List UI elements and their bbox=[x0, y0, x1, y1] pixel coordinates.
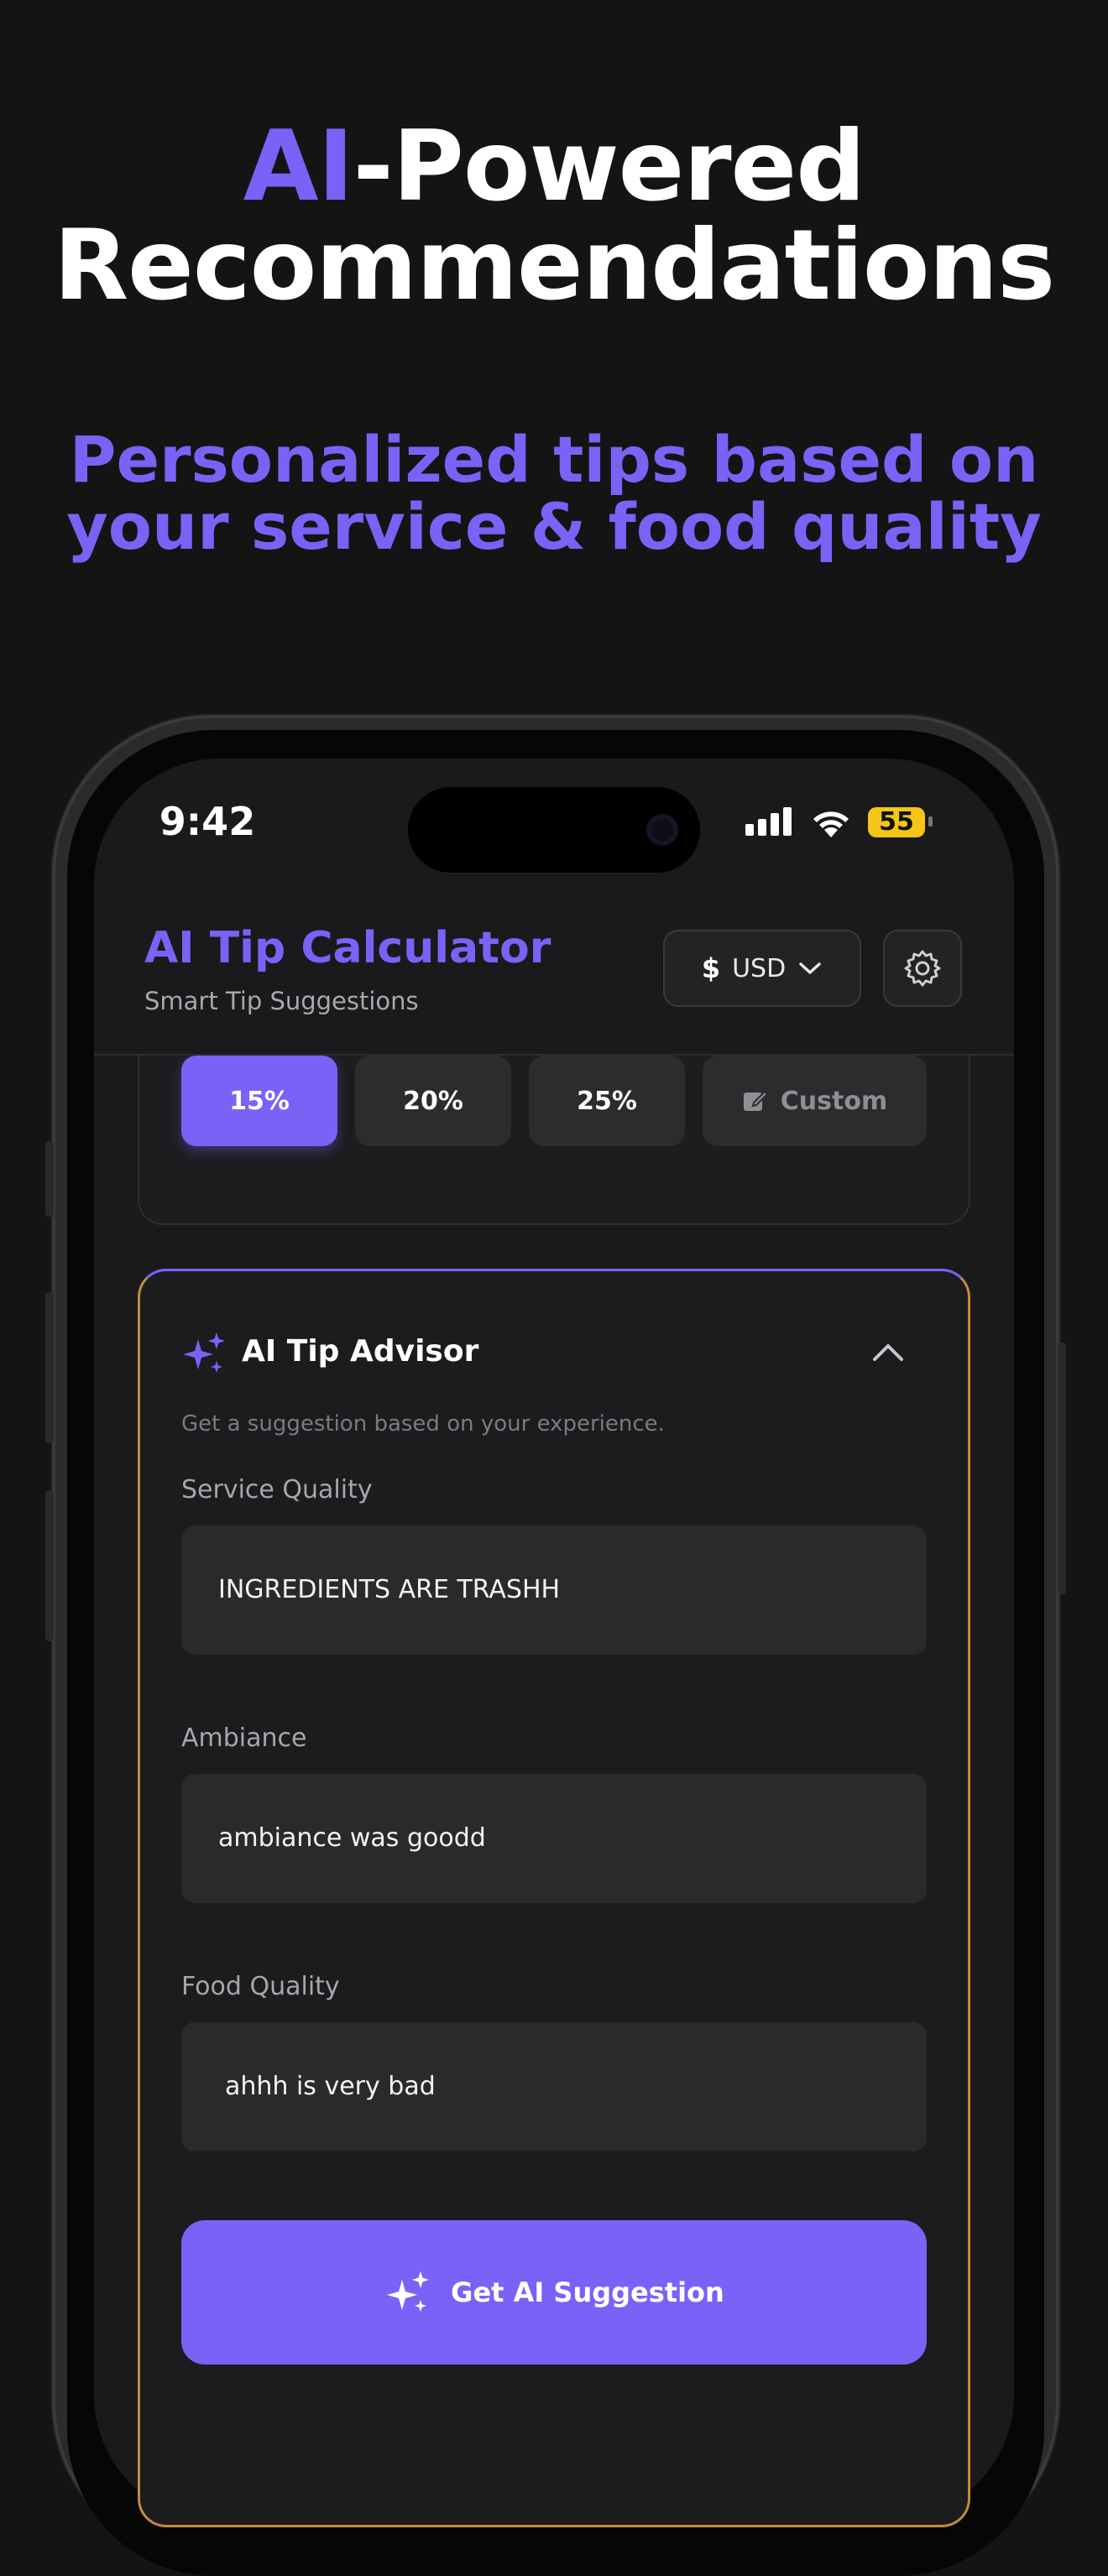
currency-symbol: $ bbox=[701, 952, 721, 984]
gear-icon bbox=[904, 950, 941, 987]
hero-subtitle-line1: Personalized tips based on bbox=[69, 422, 1039, 497]
chevron-down-icon bbox=[799, 962, 821, 974]
hero-subtitle-line2: your service & food quality bbox=[66, 489, 1042, 564]
ai-advisor-title: AI Tip Advisor bbox=[242, 1334, 479, 1369]
camera-icon bbox=[646, 814, 678, 846]
tip-option-20[interactable]: 20% bbox=[355, 1056, 511, 1146]
hero-subtitle: Personalized tips based on your service … bbox=[0, 426, 1108, 561]
battery-nub bbox=[928, 816, 933, 827]
hero-title: AI-Powered Recommendations bbox=[0, 117, 1108, 315]
app-title: AI Tip Calculator bbox=[144, 923, 551, 973]
ai-advisor-description: Get a suggestion based on your experienc… bbox=[181, 1411, 665, 1437]
tip-option-25[interactable]: 25% bbox=[529, 1056, 685, 1146]
tip-option-label: 20% bbox=[403, 1086, 463, 1116]
cellular-signal-icon bbox=[745, 806, 796, 839]
sparkles-icon bbox=[183, 1332, 225, 1373]
phone-volume-down bbox=[45, 1490, 54, 1641]
currency-selector[interactable]: $ USD bbox=[663, 930, 861, 1007]
phone-volume-up bbox=[45, 1292, 54, 1443]
wifi-icon bbox=[813, 811, 849, 837]
get-ai-suggestion-label: Get AI Suggestion bbox=[451, 2276, 724, 2308]
tip-option-label: 15% bbox=[229, 1086, 290, 1116]
chevron-up-icon[interactable] bbox=[870, 1339, 907, 1364]
ambiance-input[interactable]: ambiance was goodd bbox=[181, 1774, 927, 1903]
tip-option-15[interactable]: 15% bbox=[181, 1056, 337, 1146]
service-quality-label: Service Quality bbox=[181, 1475, 373, 1504]
sparkles-icon bbox=[387, 2271, 430, 2312]
ambiance-label: Ambiance bbox=[181, 1723, 307, 1753]
currency-label: USD bbox=[732, 953, 787, 983]
get-ai-suggestion-button[interactable]: Get AI Suggestion bbox=[181, 2220, 927, 2365]
dynamic-island bbox=[408, 787, 700, 873]
settings-button[interactable] bbox=[883, 930, 962, 1007]
phone-side-button bbox=[45, 1141, 54, 1217]
app-subtitle: Smart Tip Suggestions bbox=[144, 987, 419, 1015]
tip-option-label: Custom bbox=[780, 1086, 888, 1116]
hero-title-rest: -Powered bbox=[353, 110, 866, 223]
service-quality-input[interactable]: INGREDIENTS ARE TRASHH bbox=[181, 1525, 927, 1655]
food-quality-label: Food Quality bbox=[181, 1972, 340, 2001]
tip-option-custom[interactable]: Custom bbox=[703, 1056, 927, 1146]
hero-title-accent: AI bbox=[243, 110, 354, 223]
hero-title-line2: Recommendations bbox=[53, 209, 1055, 322]
battery-icon: 55 bbox=[868, 807, 925, 837]
tip-option-label: 25% bbox=[577, 1086, 637, 1116]
food-quality-input[interactable]: ahhh is very bad bbox=[181, 2022, 927, 2151]
edit-icon bbox=[743, 1090, 769, 1111]
status-time: 9:42 bbox=[159, 799, 256, 844]
phone-power-button bbox=[1058, 1343, 1066, 1594]
